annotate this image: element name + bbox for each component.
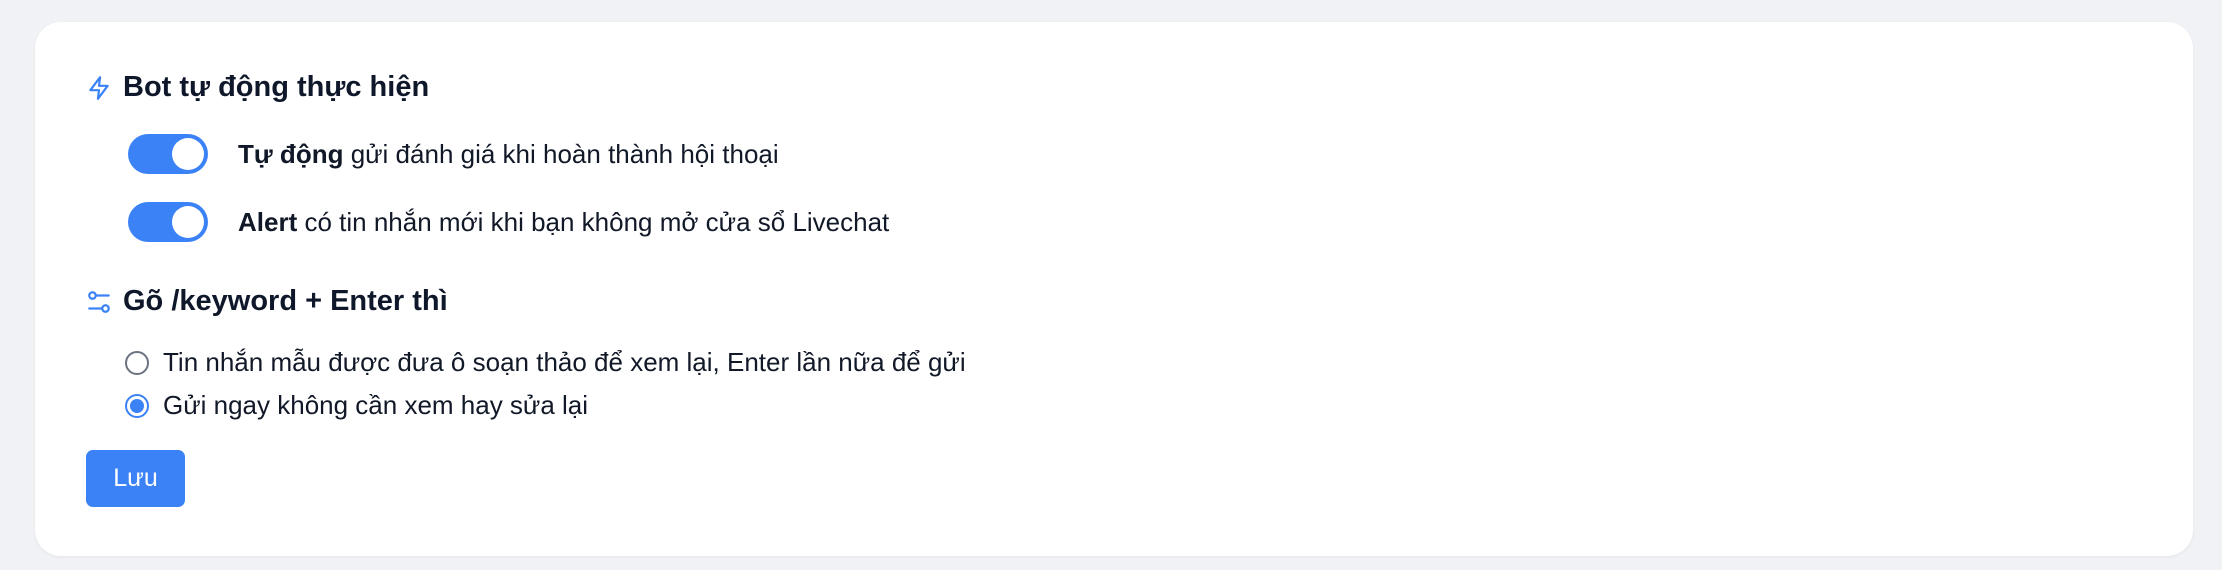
alert-toggle[interactable] [128, 202, 208, 242]
auto-rating-label-bold: Tự động [238, 138, 344, 169]
bot-section-title: Bot tự động thực hiện [85, 71, 429, 104]
radio-button-review[interactable] [125, 350, 149, 375]
alert-label-text: có tin nhắn mới khi bạn không mở cửa sổ … [297, 206, 890, 237]
alert-label: Alert có tin nhắn mới khi bạn không mở c… [238, 207, 889, 238]
settings-card: Bot tự động thực hiện Tự động gửi đánh g… [35, 22, 2193, 556]
keyword-section-title: Gõ /keyword + Enter thì [85, 285, 448, 318]
radio-button-send-now[interactable] [125, 393, 149, 418]
save-button[interactable]: Lưu [86, 450, 185, 507]
auto-rating-toggle[interactable] [128, 134, 208, 174]
bot-section-title-text: Bot tự động thực hiện [123, 71, 430, 103]
toggle-row-auto-rating: Tự động gửi đánh giá khi hoàn thành hội … [128, 134, 779, 174]
auto-rating-label-text: gửi đánh giá khi hoàn thành hội thoại [343, 138, 779, 169]
radio-option-send-now[interactable]: Gửi ngay không cần xem hay sửa lại [125, 390, 588, 421]
toggle-row-alert: Alert có tin nhắn mới khi bạn không mở c… [128, 202, 889, 242]
sliders-icon [85, 288, 113, 316]
keyword-section-title-text: Gõ /keyword + Enter thì [123, 285, 448, 317]
lightning-icon [85, 74, 113, 102]
toggle-knob [172, 138, 204, 170]
toggle-knob [172, 206, 204, 238]
radio-label-send-now: Gửi ngay không cần xem hay sửa lại [163, 390, 589, 420]
radio-label-review: Tin nhắn mẫu được đưa ô soạn thảo để xem… [163, 347, 966, 377]
radio-option-review[interactable]: Tin nhắn mẫu được đưa ô soạn thảo để xem… [125, 347, 966, 378]
alert-label-bold: Alert [238, 206, 298, 237]
auto-rating-label: Tự động gửi đánh giá khi hoàn thành hội … [238, 139, 779, 170]
